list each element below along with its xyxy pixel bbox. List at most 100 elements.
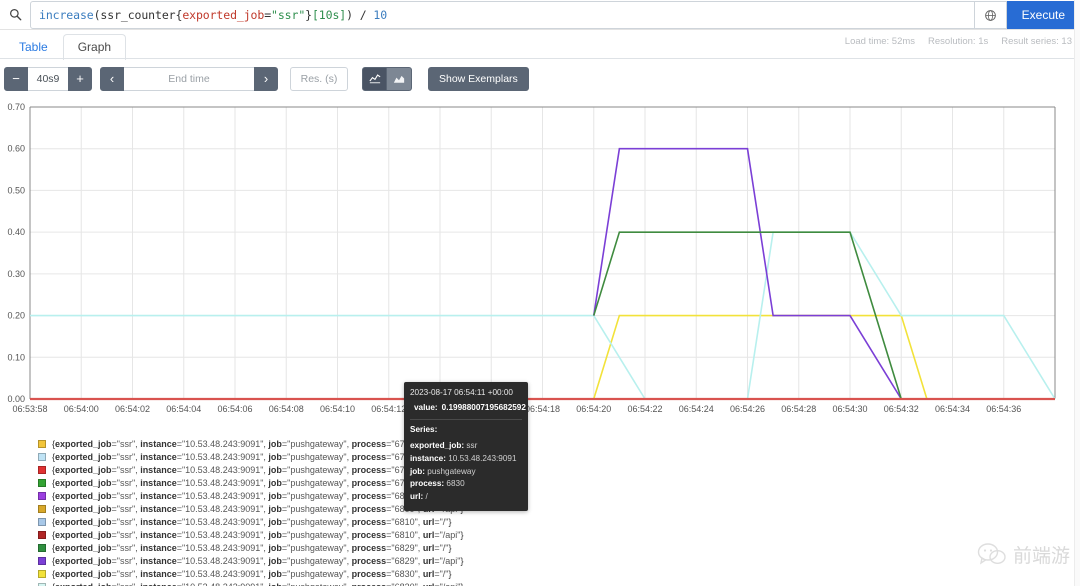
resolution-input[interactable]: Res. (s) [290,66,348,91]
legend-color-swatch [38,517,46,526]
legend-color-swatch [38,491,46,500]
tab-table[interactable]: Table [4,34,63,60]
tooltip-value-row: value: 0.19988007195682592 [410,402,526,415]
legend-color-swatch [38,582,46,586]
tab-graph[interactable]: Graph [62,34,127,60]
vertical-scrollbar[interactable] [1074,0,1080,586]
x-axis-tick-label: 06:54:28 [781,404,816,414]
token-operator: / [352,8,374,22]
legend-item-label: {exported_job="ssr", instance="10.53.48.… [52,503,464,514]
tabs-underline [0,58,1080,59]
legend-item[interactable]: {exported_job="ssr", instance="10.53.48.… [38,502,1080,515]
x-axis-tick-label: 06:54:02 [115,404,150,414]
legend-item[interactable]: {exported_job="ssr", instance="10.53.48.… [38,437,1080,450]
y-axis-tick-label: 0.00 [7,394,25,404]
legend-item[interactable]: {exported_job="ssr", instance="10.53.48.… [38,476,1080,489]
range-increase-button[interactable]: + [68,66,92,91]
legend-item[interactable]: {exported_job="ssr", instance="10.53.48.… [38,554,1080,567]
token-brace-close: } [305,8,312,22]
x-axis-tick-label: 06:54:26 [730,404,765,414]
x-axis-tick-label: 06:54:20 [576,404,611,414]
tooltip-label-value: 10.53.48.243:9091 [445,453,517,463]
range-input[interactable]: 40s9 [28,66,68,91]
x-axis-tick-label: 06:54:06 [217,404,252,414]
legend-item-label: {exported_job="ssr", instance="10.53.48.… [52,490,452,501]
time-prev-button[interactable]: ‹ [100,66,124,91]
globe-icon[interactable] [974,1,1007,29]
legend-item-label: {exported_job="ssr", instance="10.53.48.… [52,451,464,462]
x-axis-tick-label: 06:54:04 [166,404,201,414]
x-axis-tick-label: 06:54:22 [627,404,662,414]
legend-item[interactable]: {exported_job="ssr", instance="10.53.48.… [38,541,1080,554]
query-input[interactable]: increase(ssr_counter{exported_job="ssr"}… [30,1,975,29]
x-axis-tick-label: 06:54:08 [269,404,304,414]
x-axis-tick-label: 06:54:12 [371,404,406,414]
legend-item[interactable]: {exported_job="ssr", instance="10.53.48.… [38,489,1080,502]
token-metric: ssr_counter [100,8,176,22]
tooltip-label-row: exported_job: ssr [410,440,522,453]
graph-legend: {exported_job="ssr", instance="10.53.48.… [0,429,1080,586]
y-axis-tick-label: 0.20 [7,311,25,321]
legend-color-swatch [38,504,46,513]
query-bar: increase(ssr_counter{exported_job="ssr"}… [0,0,1080,30]
x-axis-tick-label: 06:54:10 [320,404,355,414]
end-time-input[interactable]: End time [124,66,254,91]
search-icon [0,0,30,29]
y-axis-tick-label: 0.30 [7,269,25,279]
token-equals: = [264,8,272,22]
token-label-name: exported_job [182,8,265,22]
x-axis-tick-label: 06:54:36 [986,404,1021,414]
legend-item[interactable]: {exported_job="ssr", instance="10.53.48.… [38,463,1080,476]
show-exemplars-button[interactable]: Show Exemplars [428,66,529,91]
x-axis-tick-label: 06:53:58 [12,404,47,414]
token-close-paren: ) [346,8,353,22]
token-number: 10 [373,8,388,22]
stat-load-time: Load time: 52ms [844,36,916,47]
stat-result-series: Result series: 13 [1001,36,1072,47]
x-axis-tick-label: 06:54:34 [935,404,970,414]
legend-color-swatch [38,439,46,448]
query-stats: Load time: 52ms Resolution: 1s Result se… [845,36,1072,47]
legend-color-swatch [38,543,46,552]
tooltip-value: 0.19988007195682592 [441,402,526,412]
legend-item-label: {exported_job="ssr", instance="10.53.48.… [52,555,464,566]
x-axis-tick-label: 06:54:24 [679,404,714,414]
legend-color-swatch [38,556,46,565]
legend-item-label: {exported_job="ssr", instance="10.53.48.… [52,438,452,449]
line-chart-icon[interactable] [362,66,387,91]
tooltip-series-header: Series: [410,425,438,435]
chart-type-toggle-group [362,66,412,91]
tooltip-timestamp: 2023-08-17 06:54:11 +00:00 [410,388,513,397]
graph-tooltip: 2023-08-17 06:54:11 +00:00 value: 0.1998… [404,382,528,511]
legend-item-label: {exported_job="ssr", instance="10.53.48.… [52,464,452,475]
range-decrease-button[interactable]: − [4,66,28,91]
y-axis-tick-label: 0.60 [7,144,25,154]
legend-color-swatch [38,530,46,539]
tooltip-label-value: ssr [464,441,478,451]
tooltip-label-row: job: pushgateway [410,466,522,479]
legend-item[interactable]: {exported_job="ssr", instance="10.53.48.… [38,580,1080,586]
result-tabs: Table Graph Load time: 52ms Resolution: … [0,30,1080,60]
tooltip-label-row: url: / [410,491,522,504]
area-chart-icon[interactable] [387,66,412,91]
legend-item[interactable]: {exported_job="ssr", instance="10.53.48.… [38,567,1080,580]
x-axis-tick-label: 06:54:32 [884,404,919,414]
legend-color-swatch [38,465,46,474]
tooltip-label-list: exported_job: ssr instance: 10.53.48.243:… [410,440,522,504]
legend-color-swatch [38,478,46,487]
legend-item[interactable]: {exported_job="ssr", instance="10.53.48.… [38,450,1080,463]
tooltip-label-key: instance: [410,453,446,463]
x-axis-tick-label: 06:54:00 [64,404,99,414]
legend-item[interactable]: {exported_job="ssr", instance="10.53.48.… [38,528,1080,541]
x-axis-tick-label: 06:54:30 [832,404,867,414]
token-range-selector: [10s] [311,8,347,22]
time-next-button[interactable]: › [254,66,278,91]
tooltip-label-value: / [423,491,428,501]
execute-button[interactable]: Execute [1006,1,1080,29]
tooltip-value-label: value: [414,402,438,412]
graph-canvas[interactable]: 0.70 0.60 0.50 0.40 0.30 0.20 0.10 0.0006:53:58… [0,99,1080,429]
y-axis-tick-label: 0.40 [7,227,25,237]
legend-item[interactable]: {exported_job="ssr", instance="10.53.48.… [38,515,1080,528]
x-axis-tick-label: 06:54:18 [525,404,560,414]
legend-item-label: {exported_job="ssr", instance="10.53.48.… [52,529,464,540]
